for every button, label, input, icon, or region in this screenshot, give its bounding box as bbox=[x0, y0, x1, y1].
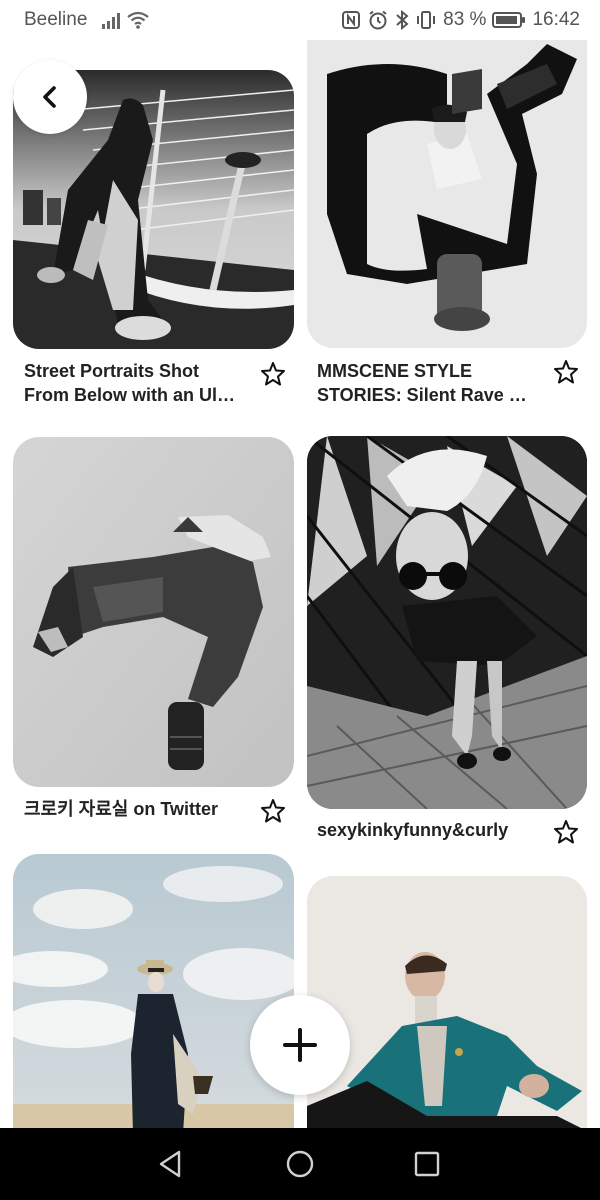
pin-title[interactable]: Street Portraits Shot From Below with an… bbox=[24, 359, 246, 409]
pin-feed-screen: Beeline 83 % 16:42 Street Portraits Shot… bbox=[0, 0, 600, 1200]
pin-card[interactable]: 크로키 자료실 on Twitter bbox=[0, 420, 300, 840]
pin-image[interactable] bbox=[13, 854, 294, 1154]
alarm-icon bbox=[369, 10, 387, 30]
pin-title[interactable]: MMSCENE STYLE STORIES: Silent Rave … bbox=[317, 359, 539, 409]
pin-card[interactable] bbox=[300, 840, 600, 1156]
pin-card[interactable] bbox=[0, 840, 300, 1154]
chevron-left-icon bbox=[43, 86, 56, 108]
clock-time: 16:42 bbox=[532, 9, 580, 30]
status-icons: 83 % 16:42 bbox=[341, 9, 580, 31]
back-button[interactable] bbox=[13, 60, 87, 134]
carrier-label: Beeline bbox=[24, 9, 88, 30]
add-button[interactable] bbox=[250, 995, 350, 1095]
save-star-icon[interactable] bbox=[259, 360, 287, 388]
pin-image[interactable] bbox=[307, 876, 587, 1156]
cellular-signal-icon bbox=[102, 13, 120, 29]
pin-card[interactable]: MMSCENE STYLE STORIES: Silent Rave … bbox=[300, 0, 600, 420]
status-bar: Beeline 83 % 16:42 bbox=[0, 0, 600, 40]
battery-percent: 83 % bbox=[443, 9, 487, 30]
bluetooth-icon bbox=[396, 9, 409, 31]
pin-title[interactable]: 크로키 자료실 on Twitter bbox=[24, 797, 246, 823]
system-navigation-bar bbox=[0, 1128, 600, 1200]
nav-recents-icon[interactable] bbox=[411, 1148, 443, 1180]
nav-back-icon[interactable] bbox=[155, 1148, 187, 1180]
save-star-icon[interactable] bbox=[552, 358, 580, 386]
plus-icon bbox=[283, 1028, 317, 1062]
pin-image[interactable] bbox=[307, 436, 587, 809]
battery-icon bbox=[492, 12, 526, 28]
vibrate-icon bbox=[417, 11, 436, 29]
pin-image[interactable] bbox=[307, 14, 587, 348]
pin-image[interactable] bbox=[13, 437, 294, 787]
nfc-icon bbox=[342, 11, 361, 29]
pin-card[interactable]: sexykinkyfunny&curly bbox=[300, 420, 600, 860]
wifi-icon bbox=[127, 11, 149, 29]
nav-home-icon[interactable] bbox=[284, 1148, 316, 1180]
save-star-icon[interactable] bbox=[259, 797, 287, 825]
